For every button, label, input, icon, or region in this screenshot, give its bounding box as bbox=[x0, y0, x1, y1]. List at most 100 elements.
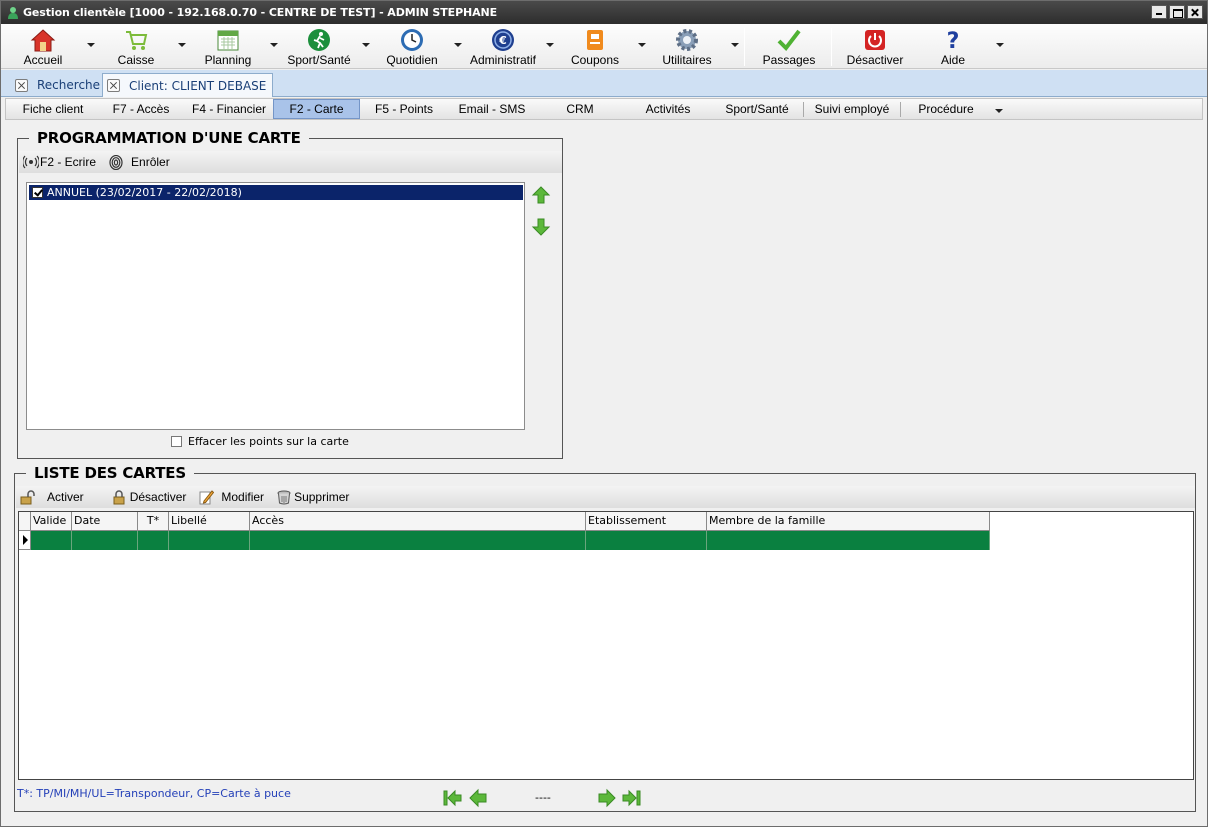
administratif-dropdown-arrow[interactable] bbox=[546, 43, 554, 47]
checkmark-icon bbox=[774, 27, 804, 53]
euro-icon: € bbox=[488, 27, 518, 53]
cart-icon bbox=[121, 27, 151, 53]
calendar-icon bbox=[213, 27, 243, 53]
doc-tab-client[interactable]: Client: CLIENT DEBASE bbox=[102, 73, 274, 97]
trash-icon bbox=[276, 489, 292, 505]
page-indicator: ---- bbox=[535, 791, 551, 804]
tab-suivi-employe[interactable]: Suivi employé bbox=[804, 100, 900, 119]
column-header-date[interactable]: Date bbox=[72, 512, 138, 531]
column-header-type[interactable]: T* bbox=[138, 512, 169, 531]
activate-card-button[interactable]: Activer bbox=[19, 489, 84, 505]
cards-list-title: LISTE DES CARTES bbox=[26, 464, 194, 482]
toolbar-passages[interactable]: Passages bbox=[759, 24, 819, 69]
planning-dropdown-arrow[interactable] bbox=[270, 43, 278, 47]
toolbar-aide[interactable]: ? Aide bbox=[931, 24, 975, 69]
aide-dropdown-arrow[interactable] bbox=[996, 43, 1004, 47]
table-cell[interactable] bbox=[31, 531, 72, 550]
next-page-icon[interactable] bbox=[597, 788, 617, 808]
tab-crm[interactable]: CRM bbox=[536, 100, 624, 119]
title-bar: Gestion clientèle [1000 - 192.168.0.70 -… bbox=[1, 1, 1207, 24]
toolbar-separator bbox=[744, 28, 745, 66]
toolbar-administratif[interactable]: € Administratif bbox=[466, 24, 540, 69]
tab-acces[interactable]: F7 - Accès bbox=[98, 100, 184, 119]
table-cell[interactable] bbox=[250, 531, 586, 550]
tab-sport-sante[interactable]: Sport/Santé bbox=[712, 100, 802, 119]
doc-tab-recherche[interactable]: Recherche bbox=[11, 73, 106, 97]
card-programming-title: PROGRAMMATION D'UNE CARTE bbox=[29, 129, 309, 147]
runner-icon bbox=[304, 27, 334, 53]
toolbar-accueil[interactable]: Accueil bbox=[21, 24, 65, 69]
column-header-acces[interactable]: Accès bbox=[250, 512, 586, 531]
close-tab-icon[interactable] bbox=[15, 78, 28, 92]
fingerprint-icon bbox=[108, 154, 124, 170]
card-programming-panel: PROGRAMMATION D'UNE CARTE F2 - Ecrire En… bbox=[17, 129, 563, 459]
table-cell[interactable] bbox=[707, 531, 990, 550]
minimize-button[interactable] bbox=[1151, 5, 1167, 19]
last-page-icon[interactable] bbox=[622, 788, 642, 808]
home-icon bbox=[28, 27, 58, 53]
column-header-libelle[interactable]: Libellé bbox=[169, 512, 250, 531]
caisse-dropdown-arrow[interactable] bbox=[178, 43, 186, 47]
toolbar-planning[interactable]: Planning bbox=[201, 24, 255, 69]
utilitaires-dropdown-arrow[interactable] bbox=[731, 43, 739, 47]
tab-fiche-client[interactable]: Fiche client bbox=[8, 100, 98, 119]
table-cell[interactable] bbox=[72, 531, 138, 550]
window-title: Gestion clientèle [1000 - 192.168.0.70 -… bbox=[23, 6, 498, 19]
tab-email-sms[interactable]: Email - SMS bbox=[448, 100, 536, 119]
deactivate-card-button[interactable]: Désactiver bbox=[111, 489, 186, 505]
quotidien-dropdown-arrow[interactable] bbox=[454, 43, 462, 47]
erase-points-checkbox[interactable] bbox=[171, 436, 182, 447]
current-row-indicator-icon bbox=[19, 531, 31, 550]
close-button[interactable] bbox=[1187, 5, 1203, 19]
more-tabs-dropdown-arrow[interactable] bbox=[995, 109, 1003, 113]
table-cell[interactable] bbox=[169, 531, 250, 550]
power-icon bbox=[860, 27, 890, 53]
svg-text:?: ? bbox=[947, 29, 960, 52]
subscription-checkbox[interactable] bbox=[32, 187, 43, 198]
enroll-button[interactable]: Enrôler bbox=[108, 154, 170, 170]
toolbar-desactiver[interactable]: Désactiver bbox=[844, 24, 906, 69]
tab-points[interactable]: F5 - Points bbox=[360, 100, 448, 119]
accueil-dropdown-arrow[interactable] bbox=[87, 43, 95, 47]
help-icon: ? bbox=[938, 27, 968, 53]
application-window: Gestion clientèle [1000 - 192.168.0.70 -… bbox=[0, 0, 1208, 827]
column-header-valide[interactable]: Valide bbox=[31, 512, 72, 531]
first-page-icon[interactable] bbox=[442, 788, 462, 808]
previous-page-icon[interactable] bbox=[468, 788, 488, 808]
cards-toolbar: Activer Désactiver Modifier Supprimer bbox=[16, 486, 1195, 508]
tab-financier[interactable]: F4 - Financier bbox=[184, 100, 274, 119]
tab-carte[interactable]: F2 - Carte bbox=[273, 99, 360, 119]
clock-icon bbox=[397, 27, 427, 53]
write-card-button[interactable]: F2 - Ecrire bbox=[23, 154, 96, 170]
card-programming-toolbar: F2 - Ecrire Enrôler bbox=[19, 151, 562, 173]
erase-points-option[interactable]: Effacer les points sur la carte bbox=[171, 435, 349, 448]
subscription-list[interactable]: ANNUEL (23/02/2017 - 22/02/2018) bbox=[26, 182, 525, 430]
delete-card-button[interactable]: Supprimer bbox=[276, 489, 349, 505]
user-icon bbox=[8, 7, 18, 19]
svg-text:€: € bbox=[498, 34, 507, 47]
tab-procedure[interactable]: Procédure bbox=[901, 100, 991, 119]
sport-sante-dropdown-arrow[interactable] bbox=[362, 43, 370, 47]
table-row[interactable] bbox=[19, 531, 990, 550]
move-up-icon[interactable] bbox=[531, 185, 551, 205]
column-header-etablissement[interactable]: Etablissement bbox=[586, 512, 707, 531]
tab-activites[interactable]: Activités bbox=[624, 100, 712, 119]
toolbar-sport-sante[interactable]: Sport/Santé bbox=[286, 24, 352, 69]
table-cell[interactable] bbox=[138, 531, 169, 550]
toolbar-utilitaires[interactable]: Utilitaires bbox=[656, 24, 718, 69]
pencil-icon bbox=[198, 489, 215, 505]
maximize-button[interactable] bbox=[1169, 5, 1185, 19]
toolbar-quotidien[interactable]: Quotidien bbox=[383, 24, 441, 69]
edit-card-button[interactable]: Modifier bbox=[198, 489, 264, 505]
lock-icon bbox=[111, 489, 127, 505]
list-item[interactable]: ANNUEL (23/02/2017 - 22/02/2018) bbox=[29, 185, 523, 200]
move-down-icon[interactable] bbox=[531, 217, 551, 237]
toolbar-coupons[interactable]: Coupons bbox=[569, 24, 621, 69]
coupons-dropdown-arrow[interactable] bbox=[638, 43, 646, 47]
table-cell[interactable] bbox=[586, 531, 707, 550]
column-header-membre-famille[interactable]: Membre de la famille bbox=[707, 512, 990, 531]
toolbar-caisse[interactable]: Caisse bbox=[114, 24, 158, 69]
unlock-icon bbox=[19, 489, 35, 505]
cards-table[interactable]: Valide Date T* Libellé Accès Etablisseme… bbox=[18, 511, 1194, 780]
close-tab-icon[interactable] bbox=[107, 79, 120, 92]
